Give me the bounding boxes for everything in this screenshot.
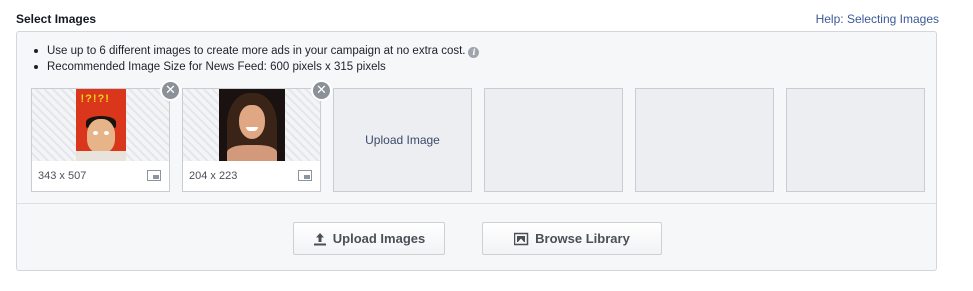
empty-image-slot[interactable] <box>484 88 623 192</box>
remove-image-button[interactable]: ✕ <box>311 80 332 101</box>
upload-images-button[interactable]: Upload Images <box>293 222 445 255</box>
crop-icon[interactable] <box>298 170 312 181</box>
image-slot-2[interactable]: 204 x 223 ✕ <box>182 80 332 192</box>
browse-library-button[interactable]: Browse Library <box>482 222 662 255</box>
thumbnail-photo: !?!?! <box>75 89 126 163</box>
thumbnail-photo <box>218 89 285 163</box>
upload-image-label: Upload Image <box>365 133 440 147</box>
empty-image-slot[interactable] <box>635 88 774 192</box>
divider <box>17 203 936 204</box>
section-title: Select Images <box>16 12 97 26</box>
image-meta: 343 x 507 <box>32 161 169 191</box>
upload-image-slot[interactable]: Upload Image <box>333 88 472 192</box>
image-slot-1[interactable]: !?!?! 343 x 507 ✕ <box>31 80 181 192</box>
image-meta: 204 x 223 <box>183 161 320 191</box>
image-preview: !?!?! <box>32 89 169 163</box>
help-link[interactable]: Help: Selecting Images <box>816 12 939 26</box>
tip-text: Use up to 6 different images to create m… <box>47 45 466 57</box>
tip-item: Recommended Image Size for News Feed: 60… <box>33 59 479 75</box>
upload-icon <box>313 232 327 246</box>
tip-text: Recommended Image Size for News Feed: 60… <box>47 61 386 73</box>
empty-image-slot[interactable] <box>786 88 925 192</box>
image-dimensions: 204 x 223 <box>189 170 238 182</box>
tip-item: Use up to 6 different images to create m… <box>33 43 480 59</box>
info-icon[interactable]: i <box>468 47 480 58</box>
image-dimensions: 343 x 507 <box>38 170 87 182</box>
remove-image-button[interactable]: ✕ <box>160 80 181 101</box>
tips-list: Use up to 6 different images to create m… <box>33 43 480 75</box>
image-preview <box>183 89 320 163</box>
library-icon <box>514 232 529 246</box>
crop-icon[interactable] <box>147 170 161 181</box>
upload-images-label: Upload Images <box>332 231 426 246</box>
image-selector-panel: Use up to 6 different images to create m… <box>16 31 937 271</box>
browse-library-label: Browse Library <box>535 231 630 246</box>
